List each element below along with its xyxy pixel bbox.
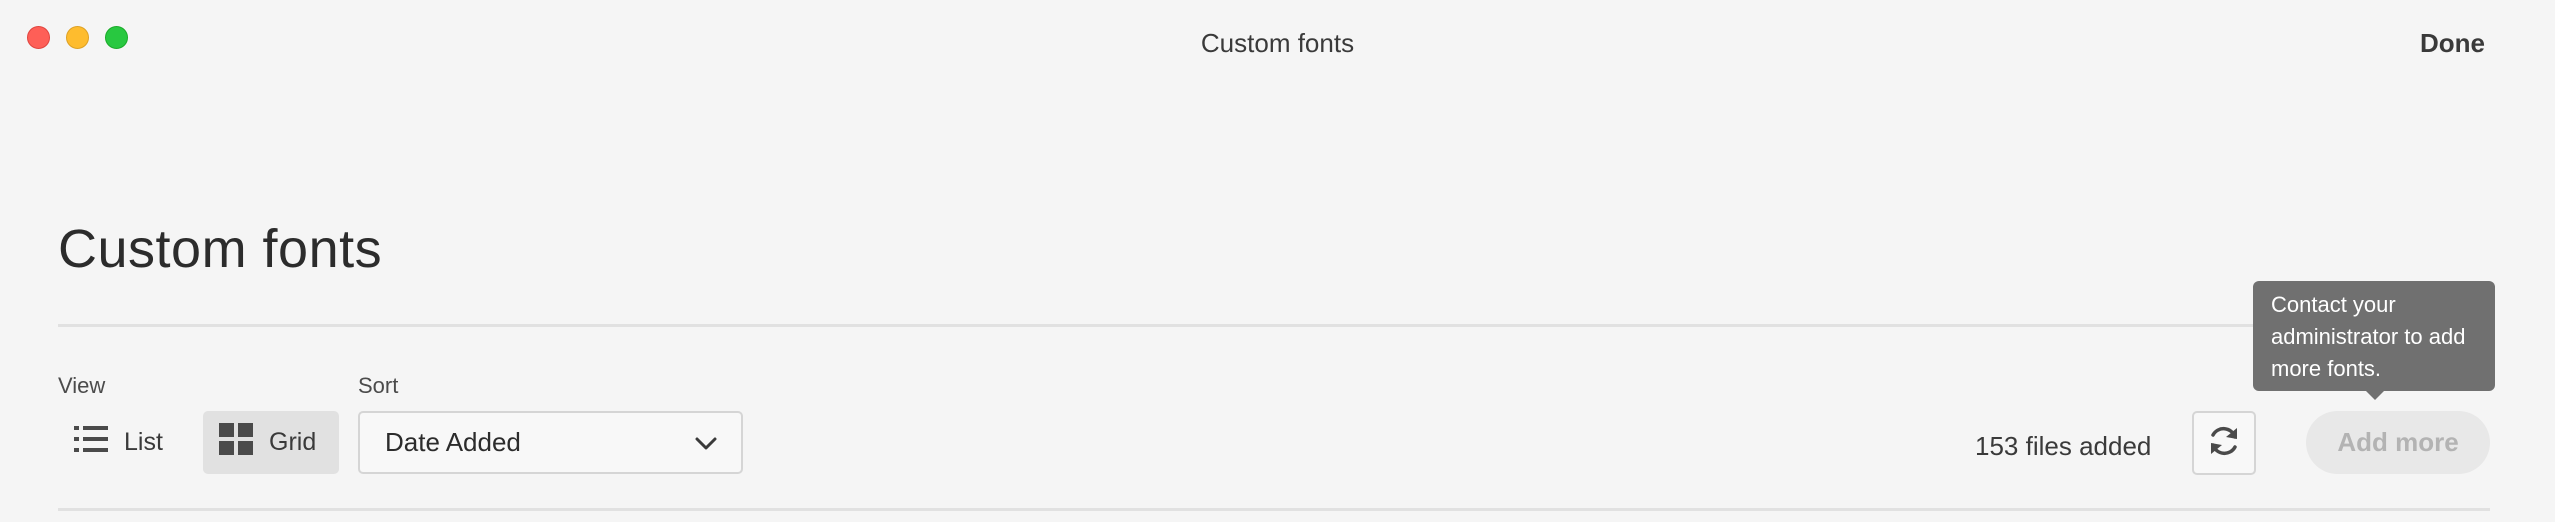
view-grid-label: Grid — [269, 428, 317, 456]
sort-selected-value: Date Added — [385, 427, 521, 457]
toolbar-divider — [58, 508, 2490, 511]
view-list-button[interactable]: List — [58, 411, 178, 474]
list-icon — [74, 424, 108, 461]
custom-fonts-window: Custom fonts Done Custom fonts View Sort… — [0, 0, 2555, 522]
sort-dropdown[interactable]: Date Added — [358, 411, 743, 474]
chevron-down-icon — [695, 427, 717, 458]
done-button[interactable]: Done — [2420, 28, 2485, 59]
refresh-icon — [2206, 423, 2242, 464]
add-more-button[interactable]: Add more — [2306, 411, 2490, 474]
view-grid-button[interactable]: Grid — [203, 411, 339, 474]
sort-label: Sort — [358, 373, 399, 398]
grid-icon — [219, 423, 253, 462]
page-title: Custom fonts — [58, 219, 383, 279]
add-more-tooltip: Contact your administrator to add more f… — [2253, 281, 2495, 400]
view-label: View — [58, 373, 106, 398]
refresh-button[interactable] — [2192, 411, 2256, 475]
files-added-count: 153 files added — [1975, 431, 2152, 461]
view-list-label: List — [124, 428, 163, 456]
window-title: Custom fonts — [1200, 28, 1355, 58]
header-divider — [58, 324, 2490, 327]
